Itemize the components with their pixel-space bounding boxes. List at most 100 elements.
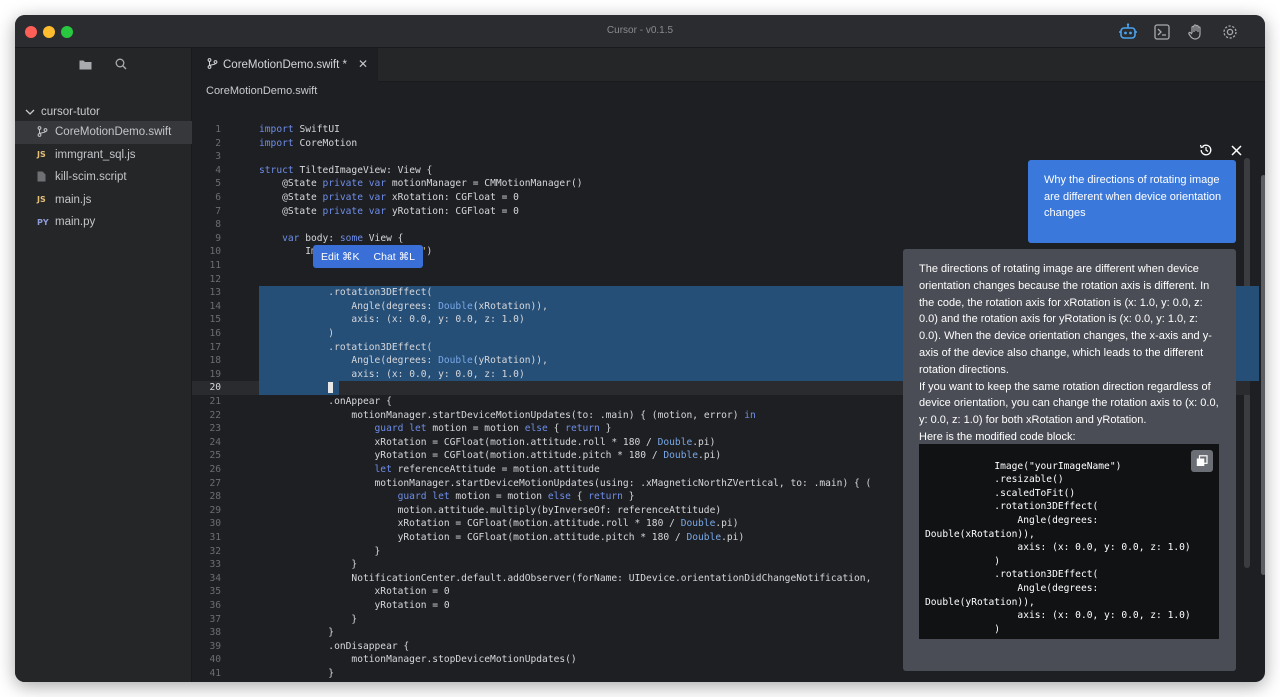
chat-toolbar (1198, 142, 1244, 158)
file-item-label: main.py (55, 216, 96, 229)
line-number: 5 (215, 178, 221, 190)
code-text: let referenceAttitude = motion.attitude (374, 464, 600, 475)
file-icon (37, 171, 49, 184)
code-text: @State private var xRotation: CGFloat = … (282, 192, 519, 203)
line-number: 25 (209, 450, 221, 462)
line-number: 20 (209, 382, 221, 394)
user-message: Why the directions of rotating image are… (1028, 160, 1236, 243)
code-line[interactable]: 2 import CoreMotion (192, 137, 1250, 151)
line-number: 18 (209, 355, 221, 367)
code-text: } (259, 668, 335, 679)
robot-icon[interactable] (1117, 21, 1139, 43)
text-cursor (328, 381, 334, 393)
line-number: 14 (209, 300, 221, 312)
search-icon[interactable] (113, 56, 129, 72)
line-number: 10 (209, 246, 221, 258)
line-number: 8 (215, 219, 221, 231)
line-number: 9 (215, 232, 221, 244)
line-number: 40 (209, 654, 221, 666)
line-number: 32 (209, 545, 221, 557)
line-number: 27 (209, 477, 221, 489)
code-text: xRotation = 0 (374, 586, 450, 598)
line-number: 33 (209, 559, 221, 571)
inline-action-popup: Edit ⌘K Chat ⌘L (313, 245, 423, 268)
code-text: motionManager.startDeviceMotionUpdates(t… (351, 409, 756, 421)
code-line[interactable]: 1 import SwiftUI (192, 123, 1250, 137)
ai-answer-text: The directions of rotating image are dif… (919, 263, 1219, 443)
js-icon: JS (37, 150, 46, 160)
file-item-label: main.js (55, 193, 92, 206)
js-icon: JS (37, 195, 46, 205)
code-text: import SwiftUI (259, 124, 340, 135)
code-text: .onAppear { (259, 396, 392, 407)
line-number: 34 (209, 572, 221, 584)
code-text: yRotation = 0 (374, 600, 450, 611)
file-item-coremotiondemo[interactable]: CoreMotionDemo.swift (15, 121, 192, 144)
file-item-immgrant-sql[interactable]: JS immgrant_sql.js (15, 144, 192, 167)
code-text: yRotation = CGFloat(motion.attitude.pitc… (374, 450, 722, 462)
top-toolbar (1117, 21, 1241, 43)
code-line[interactable]: 42 } (192, 681, 1250, 683)
file-item-kill-scim[interactable]: kill-scim.script (15, 166, 192, 189)
breadcrumb: CoreMotionDemo.swift (206, 85, 318, 97)
file-item-label: CoreMotionDemo.swift (55, 126, 172, 139)
code-text: ) (259, 328, 335, 339)
edit-button[interactable]: Edit ⌘K (321, 251, 360, 263)
code-text: NotificationCenter.default.addObserver(f… (351, 572, 872, 584)
line-number: 38 (209, 627, 221, 639)
file-item-main-js[interactable]: JS main.js (15, 189, 192, 212)
history-icon[interactable] (1198, 142, 1214, 158)
line-number: 2 (215, 137, 221, 149)
code-text: motionManager.startDeviceMotionUpdates(u… (374, 477, 872, 489)
code-text: } (259, 559, 358, 571)
line-number: 19 (209, 368, 221, 380)
ai-response: The directions of rotating image are dif… (903, 249, 1236, 671)
py-icon: PY (37, 217, 49, 227)
line-number: 39 (209, 640, 221, 652)
file-item-main-py[interactable]: PY main.py (15, 211, 192, 234)
copy-button[interactable] (1191, 450, 1213, 472)
code-text: axis: (x: 0.0, y: 0.0, z: 1.0) (351, 314, 525, 326)
line-number: 6 (215, 192, 221, 203)
line-number: 23 (209, 423, 221, 435)
file-list: CoreMotionDemo.swift JS immgrant_sql.js … (15, 121, 192, 234)
line-number: 41 (209, 668, 221, 679)
line-number: 36 (209, 600, 221, 611)
copy-icon (1196, 455, 1208, 466)
chat-button[interactable]: Chat ⌘L (374, 251, 415, 263)
hand-icon[interactable] (1185, 21, 1207, 43)
project-folder[interactable]: cursor-tutor (25, 106, 100, 118)
line-number: 42 (192, 681, 221, 683)
line-number: 4 (215, 164, 221, 176)
tab-bar: CoreMotionDemo.swift * ✕ (192, 48, 1265, 82)
settings-icon[interactable] (1219, 21, 1241, 43)
code-text: motion.attitude.multiply(byInverseOf: re… (397, 504, 722, 516)
line-number: 37 (209, 613, 221, 625)
close-icon[interactable] (1228, 142, 1244, 158)
tab-coremotiondemo[interactable]: CoreMotionDemo.swift * ✕ (192, 48, 378, 82)
code-text: axis: (x: 0.0, y: 0.0, z: 1.0) (351, 368, 525, 380)
chat-scrollbar[interactable] (1261, 175, 1265, 575)
line-number: 29 (209, 504, 221, 516)
line-number: 26 (209, 464, 221, 475)
file-item-label: immgrant_sql.js (55, 148, 136, 161)
line-number: 1 (215, 124, 221, 135)
line-number: 24 (209, 436, 221, 448)
code-text: .onDisappear { (259, 640, 410, 652)
code-text: motionManager.stopDeviceMotionUpdates() (351, 654, 577, 666)
chevron-down-icon (25, 109, 35, 115)
line-number: 12 (209, 273, 221, 285)
line-number: 21 (209, 396, 221, 407)
code-text: xRotation = CGFloat(motion.attitude.roll… (374, 436, 716, 448)
code-text: } (259, 613, 358, 625)
line-number: 22 (209, 409, 221, 421)
code-text: xRotation = CGFloat(motion.attitude.roll… (397, 518, 739, 530)
code-text: .rotation3DEffect( (259, 341, 433, 353)
close-icon[interactable]: ✕ (358, 57, 368, 71)
folder-icon[interactable] (77, 56, 93, 72)
terminal-icon[interactable] (1151, 21, 1173, 43)
code-text: } (259, 545, 381, 557)
code-text: Angle(degrees: Double(xRotation)), (351, 300, 548, 312)
code-text (259, 381, 334, 395)
line-number: 13 (209, 287, 221, 299)
